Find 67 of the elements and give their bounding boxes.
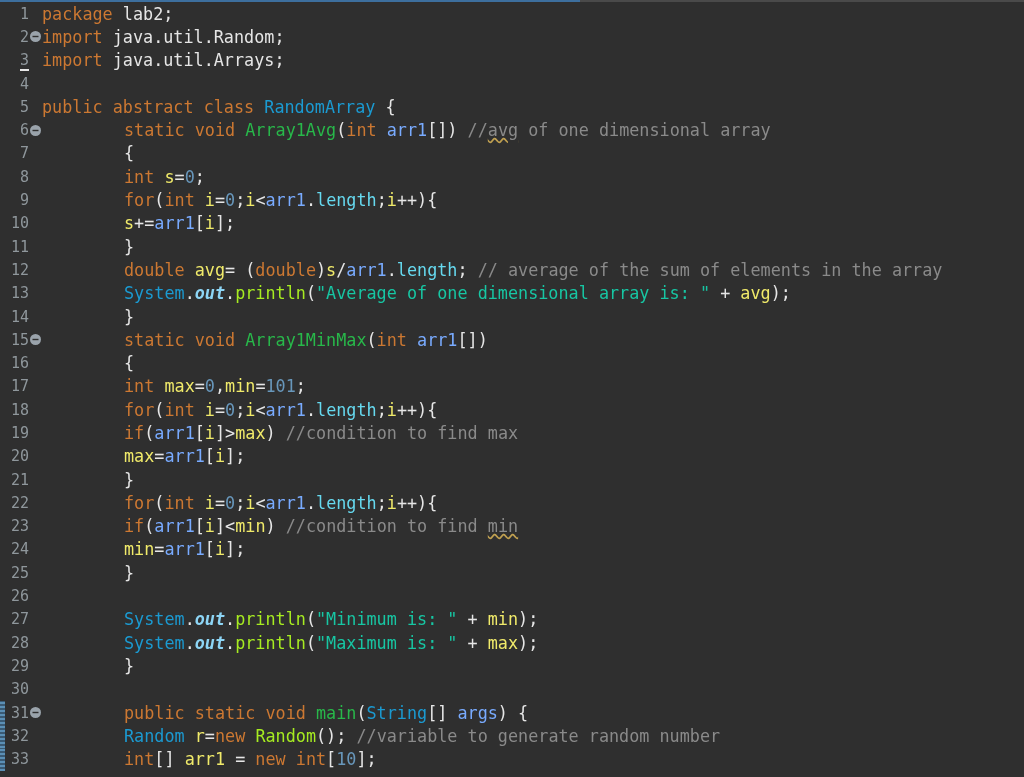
line-number: 4 [19, 74, 29, 93]
line-number: 31 [10, 703, 29, 722]
line-number: 20 [10, 447, 29, 466]
code-line: min=arr1[i]; [124, 539, 246, 560]
line-number: 7 [19, 144, 29, 163]
code-line: public static void main(String[] args) { [124, 702, 529, 723]
line-number: 1 [19, 4, 29, 23]
code-line: package lab2; [42, 3, 174, 24]
line-number: 21 [10, 470, 29, 489]
line-number: 13 [10, 284, 29, 303]
code-line: int max=0,min=101; [124, 376, 306, 397]
code-line: for(int i=0;i<arr1.length;i++){ [124, 190, 438, 210]
code-line: Random r=new Random(); //variable to generate random number [124, 725, 721, 746]
code-line: System.out.println("Maximum is: " + max); [124, 632, 539, 653]
line-number: 17 [10, 377, 29, 396]
code-line: { [124, 353, 135, 374]
code-line: } [124, 236, 135, 257]
code-line: static void Array1Avg(int arr1[]) //avg of one dimensional array [124, 120, 771, 141]
line-number: 18 [10, 400, 29, 419]
code-line: if(arr1[i]>max) //condition to find max [124, 423, 519, 443]
code-line: int[] arr1 = new int[10]; [124, 749, 377, 770]
line-number: 26 [10, 587, 29, 606]
code-line: } [124, 306, 135, 327]
code-line: int s=0; [124, 166, 205, 187]
line-number: 27 [10, 610, 29, 629]
line-number: 23 [10, 517, 29, 536]
code-line: import java.util.Random; [42, 26, 285, 47]
code-line: static void Array1MinMax(int arr1[]) [124, 329, 488, 350]
code-line: { [124, 143, 135, 164]
line-number: 14 [10, 307, 29, 326]
code-line: } [124, 562, 135, 583]
line-number: 15 [10, 330, 29, 349]
line-number: 19 [10, 424, 29, 442]
line-number: 29 [10, 656, 29, 675]
line-number: 32 [10, 726, 29, 745]
line-number: 5 [19, 97, 29, 116]
line-number: 11 [10, 237, 29, 256]
code-line: } [124, 655, 135, 676]
line-number: 12 [10, 260, 29, 279]
line-number: 9 [19, 191, 29, 209]
code-line: import java.util.Arrays; [42, 50, 285, 71]
line-number: 25 [10, 563, 29, 582]
line-number: 16 [10, 354, 29, 373]
code-line: public abstract class RandomArray { [42, 96, 396, 117]
line-number: 33 [10, 750, 29, 769]
line-number: 22 [10, 493, 29, 512]
code-line: } [124, 469, 135, 490]
line-number: 2 [19, 27, 29, 46]
line-number: 3 [19, 51, 29, 72]
code-line: s+=arr1[i]; [124, 213, 236, 234]
code-line: max=arr1[i]; [124, 446, 246, 467]
collapse-icon[interactable] [30, 334, 41, 346]
code-line: if(arr1[i]<min) //condition to find min [124, 516, 519, 537]
collapse-icon[interactable] [30, 707, 41, 719]
collapse-icon[interactable] [30, 124, 41, 136]
line-number: 24 [10, 540, 29, 559]
code-line: System.out.println("Average of one dimensional array is: " + avg); [124, 283, 791, 304]
code-line: for(int i=0;i<arr1.length;i++){ [124, 399, 438, 420]
line-number: 6 [19, 121, 29, 140]
code-line: for(int i=0;i<arr1.length;i++){ [124, 492, 438, 513]
line-number: 10 [10, 214, 29, 233]
line-number: 28 [10, 633, 29, 652]
code-line: System.out.println("Minimum is: " + min); [124, 609, 539, 630]
line-number: 30 [10, 680, 29, 699]
line-number: 8 [19, 167, 29, 186]
code-line: double avg= (double)s/arr1.length; // average of the sum of elements in the array [124, 259, 943, 280]
collapse-icon[interactable] [30, 31, 41, 43]
